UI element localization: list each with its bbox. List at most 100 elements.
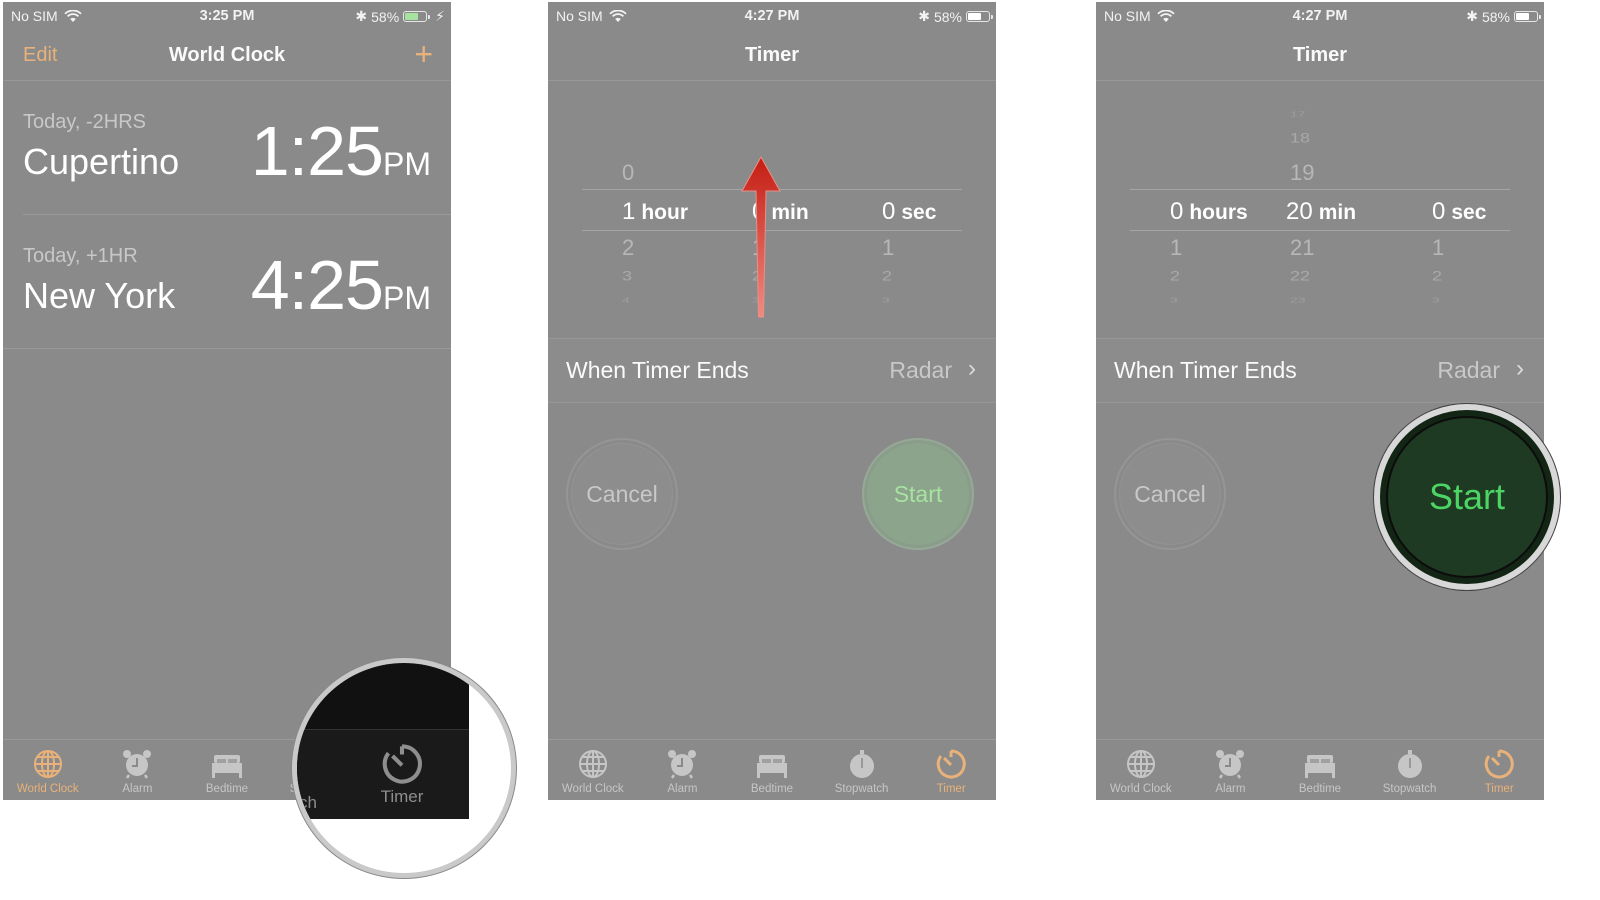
minutes-unit: min [1318, 201, 1357, 224]
picker-value: 0 [622, 160, 635, 185]
globe-icon [578, 750, 607, 778]
nav-bar: Timer [548, 32, 996, 81]
seconds-value: 0 [1432, 198, 1446, 225]
tab-world-clock[interactable]: World Clock [1096, 740, 1186, 800]
bluetooth-icon: ✱ [918, 8, 930, 24]
clock-offset: Today, +1HR [23, 245, 138, 267]
tab-alarm[interactable]: Alarm [638, 740, 728, 800]
hours-value: 1 [622, 198, 636, 225]
timer-icon [382, 744, 422, 784]
picker-value: 23 [1290, 296, 1306, 304]
when-timer-ends-value: Radar [889, 357, 952, 383]
picker-value: 1 [882, 235, 895, 260]
plus-icon[interactable]: + [414, 38, 433, 70]
tab-stopwatch[interactable]: Stopwatch [1365, 740, 1455, 800]
timer-screen: No SIM 4:27 PM ✱ 58% Timer 0 hours 1 2 3 … [1096, 2, 1544, 800]
tab-timer[interactable]: Timer [906, 740, 996, 800]
cancel-button[interactable]: Cancel [1114, 438, 1226, 550]
charging-icon: ⚡ [435, 8, 445, 24]
picker-selection-bottom [1130, 230, 1510, 231]
picker-selected-seconds: 0 sec [1432, 198, 1486, 226]
clock-time: 1:25PM [251, 111, 431, 191]
row-divider [3, 348, 451, 349]
tab-label: Bedtime [1298, 783, 1342, 795]
clock-ampm: PM [383, 280, 431, 316]
battery-icon [403, 11, 431, 22]
nav-bar: Edit World Clock + [3, 32, 451, 81]
tab-label: Stopwatch [1382, 783, 1437, 795]
start-button[interactable]: Start [862, 438, 974, 550]
tab-alarm[interactable]: Alarm [1186, 740, 1276, 800]
chevron-right-icon: › [1516, 355, 1524, 382]
picker-value: 19 [1290, 160, 1315, 185]
tab-label: Alarm [1215, 783, 1246, 795]
tab-label: Timer [1484, 783, 1514, 795]
picker-value: 17 [1290, 110, 1306, 118]
globe-icon [1126, 750, 1155, 778]
seconds-value: 0 [882, 198, 896, 225]
tab-label: Alarm [667, 783, 698, 795]
clock-ampm: PM [383, 146, 431, 182]
tab-label: World Clock [1109, 783, 1172, 795]
bluetooth-icon: ✱ [1466, 8, 1478, 24]
when-timer-ends-row[interactable]: When Timer Ends Radar › [1096, 338, 1544, 403]
tab-bar: World Clock Alarm Bedtime Stopwatch Time… [548, 739, 996, 800]
picker-value: 2 [882, 268, 893, 284]
picker-value: 3 [622, 268, 633, 284]
picker-value: 2 [1170, 268, 1181, 284]
nav-bar: Timer [1096, 32, 1544, 81]
picker-selection-top [1130, 189, 1510, 190]
clock-time-value: 4:25 [250, 246, 384, 324]
when-timer-ends-label: When Timer Ends [566, 357, 749, 383]
tab-world-clock[interactable]: World Clock [548, 740, 638, 800]
magnifier-callout: ch Timer [292, 658, 516, 878]
tab-world-clock[interactable]: World Clock [3, 740, 93, 800]
battery-percent: 58% [371, 8, 400, 25]
tab-stopwatch[interactable]: Stopwatch [817, 740, 907, 800]
timer-screen: No SIM 4:27 PM ✱ 58% Timer 0 1 hour 2 3 4… [548, 2, 996, 800]
tab-label: Stopwatch [834, 783, 889, 795]
when-timer-ends-row[interactable]: When Timer Ends Radar › [548, 338, 996, 403]
picker-value: 22 [1290, 268, 1311, 284]
cancel-button[interactable]: Cancel [566, 438, 678, 550]
alarm-clock-icon [1216, 750, 1245, 779]
tab-alarm[interactable]: Alarm [93, 740, 183, 800]
hours-unit: hours [1189, 201, 1248, 224]
start-button-highlighted[interactable]: Start [1374, 404, 1560, 590]
magnified-timer-tab[interactable]: Timer [379, 741, 425, 807]
hours-unit: hour [641, 201, 689, 224]
battery-icon [966, 11, 993, 22]
tab-label: Bedtime [205, 783, 249, 795]
tab-bedtime[interactable]: Bedtime [182, 740, 272, 800]
hours-value: 0 [1170, 198, 1184, 225]
picker-value: 2 [622, 235, 635, 260]
clock-row[interactable]: Today, -2HRS Cupertino 1:25PM [3, 81, 451, 215]
picker-value: 1 [1170, 235, 1183, 260]
alarm-clock-icon [123, 750, 152, 779]
clock-row[interactable]: Today, +1HR New York 4:25PM [3, 215, 451, 349]
tab-bedtime[interactable]: Bedtime [727, 740, 817, 800]
picker-value: 2 [1432, 268, 1443, 284]
magnified-stopwatch-label: ch [299, 793, 317, 812]
picker-value: 3 [1170, 296, 1178, 304]
globe-icon [33, 750, 62, 778]
timer-picker[interactable]: 0 hours 1 2 3 17 18 19 20 min 21 22 23 0 se… [1130, 98, 1510, 323]
tab-label: Timer [936, 783, 966, 795]
picker-selected-seconds: 0 sec [882, 198, 936, 226]
clock-time: 4:25PM [251, 245, 431, 325]
picker-value: 3 [882, 296, 890, 304]
bed-icon [211, 755, 242, 778]
tab-timer[interactable]: Timer [1454, 740, 1544, 800]
tab-bedtime[interactable]: Bedtime [1275, 740, 1365, 800]
clock-city: Cupertino [23, 141, 180, 182]
chevron-right-icon: › [968, 355, 976, 382]
stopwatch-icon [849, 750, 874, 778]
tab-label: Bedtime [750, 783, 794, 795]
battery-icon [1514, 11, 1541, 22]
bed-icon [1304, 755, 1335, 778]
picker-value: 4 [622, 296, 630, 304]
page-title: Timer [1292, 44, 1348, 66]
status-bar: No SIM 3:25 PM ✱ 58% ⚡ [3, 2, 451, 32]
battery-percent: 58% [933, 8, 962, 25]
tab-label: World Clock [561, 783, 624, 795]
